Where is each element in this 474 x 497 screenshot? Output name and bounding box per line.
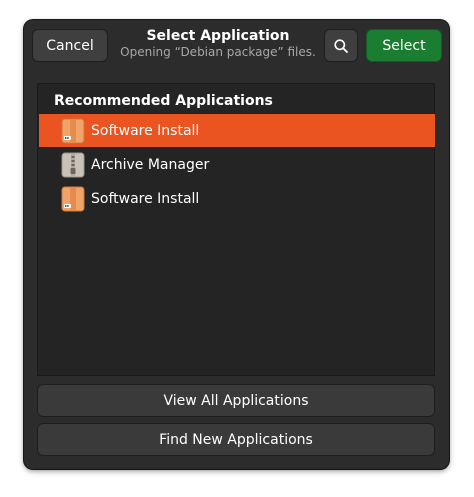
app-row-software-install[interactable]: Software Install (39, 114, 435, 147)
dialog-subtitle: Opening “Debian package” files. (120, 45, 316, 59)
search-button[interactable] (324, 29, 358, 62)
app-label: Archive Manager (91, 156, 210, 173)
app-label: Software Install (91, 122, 200, 139)
package-icon (61, 186, 85, 212)
header-bar: Cancel Select Application Opening “Debia… (24, 20, 449, 70)
select-button-label: Select (382, 37, 426, 54)
find-new-applications-button[interactable]: Find New Applications (37, 423, 435, 456)
app-label: Software Install (91, 190, 200, 207)
list-heading: Recommended Applications (54, 93, 273, 109)
cancel-button[interactable]: Cancel (32, 29, 108, 62)
app-row-archive-manager[interactable]: Archive Manager (39, 148, 435, 181)
dialog-title: Select Application (146, 28, 290, 44)
select-application-dialog: Cancel Select Application Opening “Debia… (24, 20, 449, 469)
dialog-title-area: Select Application Opening “Debian packa… (120, 27, 316, 60)
search-icon (334, 38, 348, 53)
view-all-applications-label: View All Applications (163, 392, 309, 409)
package-icon (61, 118, 85, 144)
cancel-button-label: Cancel (46, 37, 94, 54)
find-new-applications-label: Find New Applications (159, 431, 313, 448)
view-all-applications-button[interactable]: View All Applications (37, 384, 435, 417)
recommended-applications-list: Recommended Applications Software Instal… (37, 83, 435, 376)
archive-icon (61, 152, 85, 178)
select-button[interactable]: Select (366, 29, 442, 62)
app-row-software-install-2[interactable]: Software Install (39, 182, 435, 215)
